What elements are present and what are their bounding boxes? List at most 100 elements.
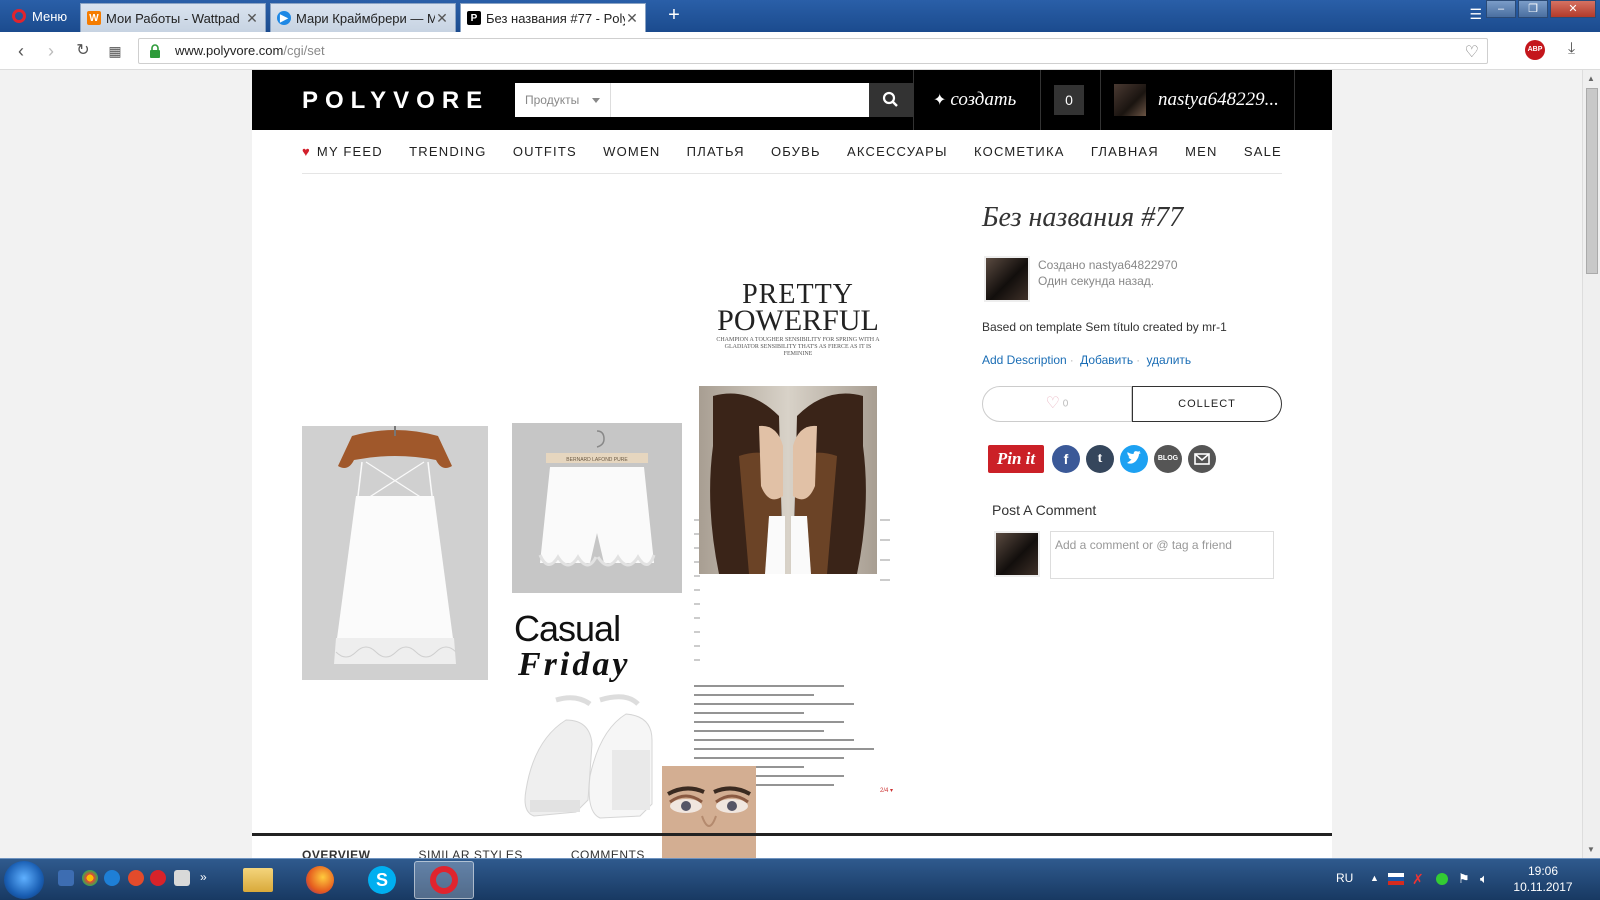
scrollbar-thumb[interactable] — [1586, 88, 1598, 274]
language-indicator[interactable]: RU — [1336, 871, 1353, 885]
nav-my-feed[interactable]: ♥ MY FEED — [302, 144, 383, 159]
close-tab-icon[interactable]: ✕ — [245, 10, 259, 27]
explorer-taskbar-button[interactable] — [228, 861, 288, 899]
bookmark-heart-icon[interactable]: ♡ — [1465, 41, 1479, 65]
white-lace-shorts-image[interactable]: BERNARD LAFOND PURE — [512, 423, 682, 593]
nav-sale[interactable]: SALE — [1244, 144, 1282, 159]
user-menu[interactable]: nastya648229... — [1114, 70, 1279, 130]
search-button[interactable] — [869, 83, 913, 117]
no-network-icon[interactable]: ✗ — [1412, 871, 1424, 888]
pinterest-button[interactable]: Pin it — [988, 445, 1044, 473]
close-tab-icon[interactable]: ✕ — [625, 10, 639, 27]
tab-similar-styles[interactable]: SIMILAR STYLES — [418, 848, 522, 858]
eye-makeup-photo[interactable] — [662, 766, 756, 858]
facebook-icon[interactable]: f — [1052, 445, 1080, 473]
separator: · — [1136, 353, 1141, 367]
close-tab-icon[interactable]: ✕ — [435, 10, 449, 27]
set-collage[interactable]: BERNARD LAFOND PURE PRETTY POWERFUL CHAM… — [302, 282, 902, 858]
tab-polyvore[interactable]: P Без названия #77 - Polyv ✕ — [460, 3, 646, 32]
nav-outfits[interactable]: OUTFITS — [513, 144, 577, 159]
white-platform-shoes-image[interactable] — [516, 680, 666, 830]
skype-taskbar-button[interactable]: S — [352, 861, 412, 899]
page-viewport: POLYVORE Продукты ✦ создать 0 nastya6482… — [0, 70, 1582, 858]
download-icon[interactable]: ⤓ — [1568, 40, 1575, 58]
nav-accessories[interactable]: АКСЕССУАРЫ — [847, 144, 948, 159]
page-scrollbar[interactable]: ▲ ▼ — [1582, 70, 1600, 858]
document-icon[interactable] — [174, 870, 190, 886]
tab-comments[interactable]: COMMENTS — [571, 848, 645, 858]
new-tab-button[interactable]: + — [662, 4, 686, 28]
show-desktop-icon[interactable] — [58, 870, 74, 886]
speed-dial-icon[interactable]: ▦ — [104, 40, 126, 62]
header-divider — [1040, 70, 1041, 130]
search-input[interactable] — [611, 83, 869, 117]
nav-cosmetics[interactable]: КОСМЕТИКА — [974, 144, 1065, 159]
email-icon[interactable] — [1188, 445, 1216, 473]
tray-expand-icon[interactable]: ▲ — [1370, 873, 1379, 883]
firefox-quick-icon[interactable] — [128, 870, 144, 886]
adblock-icon[interactable]: ABP — [1525, 40, 1545, 60]
reload-icon[interactable]: ↻ — [72, 40, 94, 62]
tab-music[interactable]: ▶ Мари Краймбрери — Ма ✕ — [270, 3, 456, 32]
lock-icon — [150, 44, 160, 58]
start-button[interactable] — [4, 861, 44, 899]
create-label: создать — [950, 89, 1017, 110]
tumblr-icon[interactable]: t — [1086, 445, 1114, 473]
tab-menu-icon[interactable]: ☰ — [1469, 6, 1482, 23]
nav-women[interactable]: WOMEN — [603, 144, 660, 159]
nav-home[interactable]: ГЛАВНАЯ — [1091, 144, 1159, 159]
magazine-title-2: POWERFUL — [717, 304, 879, 337]
like-button[interactable]: ♡ 0 — [982, 386, 1132, 422]
long-wavy-hair-photo[interactable] — [699, 386, 877, 574]
blog-icon[interactable]: BLOG — [1154, 445, 1182, 473]
nav-shoes[interactable]: ОБУВЬ — [771, 144, 821, 159]
tab-wattpad[interactable]: W Мои Работы - Wattpad ✕ — [80, 3, 266, 32]
magazine-headline[interactable]: PRETTY POWERFUL CHAMPION A TOUGHER SENSI… — [706, 282, 890, 368]
scroll-down-icon[interactable]: ▼ — [1587, 845, 1595, 854]
chrome-icon[interactable] — [82, 870, 98, 886]
casual-friday-text[interactable]: Casual Friday — [514, 610, 674, 690]
add-link[interactable]: Добавить — [1080, 353, 1133, 367]
nav-trending[interactable]: TRENDING — [409, 144, 487, 159]
maximize-button[interactable]: ❐ — [1518, 0, 1548, 18]
search-icon — [882, 91, 898, 107]
russian-flag-icon[interactable] — [1388, 873, 1404, 885]
security-icon[interactable] — [1436, 873, 1448, 885]
expand-chevron-icon[interactable]: » — [200, 870, 216, 886]
product-category-select[interactable]: Продукты — [515, 83, 611, 117]
post-comment-heading: Post A Comment — [992, 502, 1097, 518]
avatar — [1114, 84, 1146, 116]
polyvore-header: POLYVORE Продукты ✦ создать 0 nastya6482… — [252, 70, 1332, 130]
opera-menu-button[interactable]: Меню — [6, 4, 73, 28]
opera-quick-icon[interactable] — [150, 870, 166, 886]
back-icon[interactable]: ‹ — [10, 40, 32, 62]
tab-overview[interactable]: OVERVIEW — [302, 848, 370, 858]
internet-explorer-icon[interactable] — [104, 870, 120, 886]
minimize-button[interactable]: – — [1486, 0, 1516, 18]
clock-time: 19:06 — [1527, 864, 1559, 878]
opera-taskbar-button[interactable] — [414, 861, 474, 899]
twitter-icon[interactable] — [1120, 445, 1148, 473]
close-window-button[interactable]: ✕ — [1550, 0, 1596, 18]
nav-dresses[interactable]: ПЛАТЬЯ — [687, 144, 745, 159]
action-center-icon[interactable]: ⚑ — [1458, 871, 1470, 887]
collect-button[interactable]: COLLECT — [1132, 386, 1282, 422]
nav-men[interactable]: MEN — [1185, 144, 1218, 159]
cart-count-badge[interactable]: 0 — [1054, 85, 1084, 115]
firefox-taskbar-button[interactable] — [290, 861, 350, 899]
polyvore-logo[interactable]: POLYVORE — [302, 87, 489, 115]
creator-avatar[interactable] — [984, 256, 1030, 302]
white-cami-top-image[interactable] — [302, 426, 488, 680]
forward-icon[interactable]: › — [40, 40, 62, 62]
window-controls: – ❐ ✕ — [1486, 0, 1596, 18]
add-description-link[interactable]: Add Description — [982, 353, 1067, 367]
scroll-up-icon[interactable]: ▲ — [1587, 74, 1595, 83]
delete-link[interactable]: удалить — [1146, 353, 1191, 367]
section-divider — [252, 833, 1332, 836]
comment-input[interactable]: Add a comment or @ tag a friend — [1050, 531, 1274, 579]
create-button[interactable]: ✦ создать — [933, 70, 1016, 130]
clock[interactable]: 19:06 10.11.2017 — [1500, 863, 1586, 895]
volume-icon[interactable]: 🔈︎ — [1480, 871, 1488, 887]
browser-tab-strip: Меню W Мои Работы - Wattpad ✕ ▶ Мари Кра… — [0, 0, 1600, 32]
url-field[interactable]: www.polyvore.com/cgi/set ♡ — [138, 38, 1488, 64]
